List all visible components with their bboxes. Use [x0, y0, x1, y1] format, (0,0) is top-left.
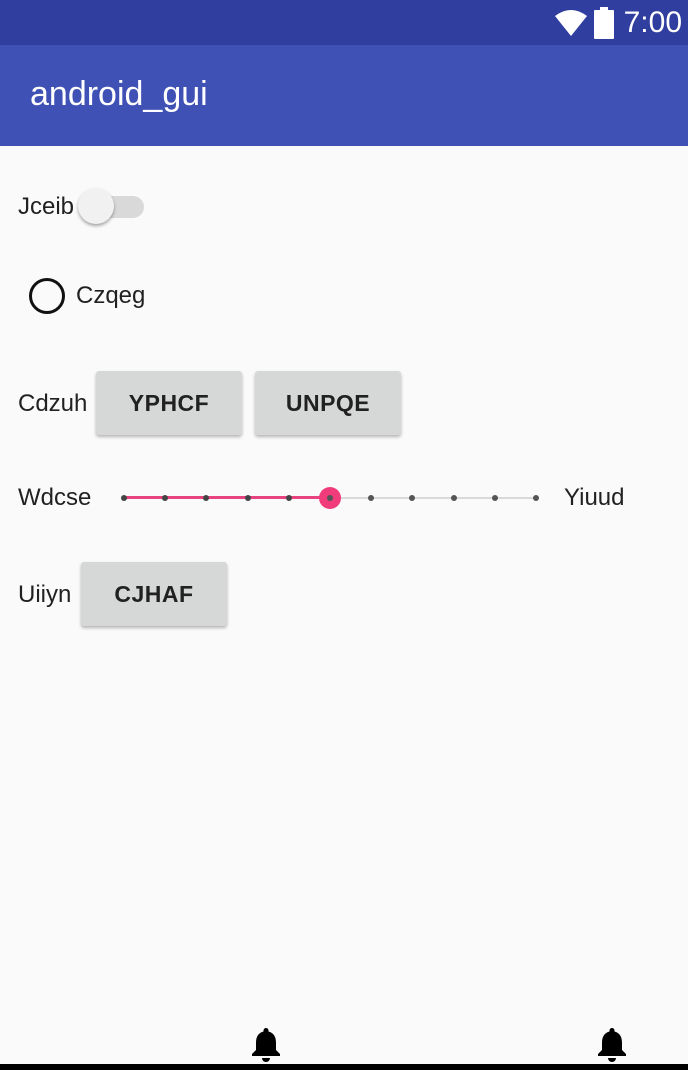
- button-row-1-label: Cdzuh: [18, 390, 88, 417]
- switch-label: Jceib: [18, 193, 75, 220]
- nav-bar-edge: [0, 1064, 688, 1070]
- slider-tick: [491, 495, 498, 501]
- slider-tick: [368, 495, 375, 501]
- button-row-2-label: Uiiyn: [18, 581, 72, 608]
- slider-tick: [533, 495, 539, 501]
- slider-thumb[interactable]: [319, 487, 341, 509]
- app-title: android_gui: [30, 75, 208, 113]
- slider-tick: [409, 495, 416, 501]
- slider-tick: [450, 495, 457, 501]
- unpqe-button[interactable]: UNPQE: [255, 371, 401, 435]
- yphcf-button[interactable]: YPHCF: [96, 371, 242, 435]
- bell-icon[interactable]: [250, 1026, 282, 1062]
- app-bar: android_gui: [0, 45, 688, 146]
- slider-tick: [121, 495, 127, 501]
- status-bar: 7:00: [0, 0, 688, 45]
- wifi-icon: [554, 9, 587, 36]
- slider-tick: [162, 495, 169, 501]
- switch-thumb[interactable]: [78, 188, 114, 224]
- slider-thumb-dot: [327, 495, 333, 501]
- status-time: 7:00: [623, 5, 682, 39]
- slider-label-right: Yiuud: [564, 484, 625, 511]
- bell-icon[interactable]: [596, 1026, 628, 1062]
- discrete-slider[interactable]: [120, 486, 540, 510]
- slider-tick: [285, 495, 292, 501]
- cjhaf-button[interactable]: CJHAF: [81, 562, 227, 626]
- battery-icon: [593, 6, 614, 39]
- radio-label[interactable]: Czqeg: [76, 282, 145, 310]
- slider-tick: [203, 495, 210, 501]
- slider-label-left: Wdcse: [18, 484, 92, 511]
- slider-fill: [124, 496, 330, 499]
- slider-tick: [244, 495, 251, 501]
- radio-button[interactable]: [29, 278, 65, 314]
